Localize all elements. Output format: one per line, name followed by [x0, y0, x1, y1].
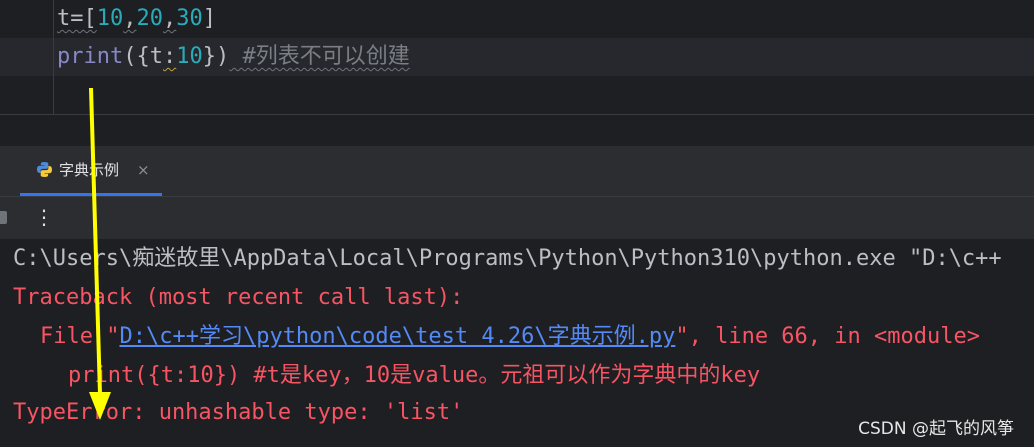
- run-toolbar: ⋮: [0, 197, 1034, 239]
- watermark: CSDN @起飞的风筝: [858, 419, 1014, 439]
- more-options-icon[interactable]: ⋮: [34, 205, 54, 229]
- code-line-2[interactable]: print({t:10}) #列表不可以创建: [57, 38, 410, 76]
- file-suffix: ", line 66, in <module>: [675, 324, 980, 349]
- console-error-line: TypeError: unhashable type: 'list': [13, 400, 464, 425]
- run-tab-label: 字典示例: [59, 161, 120, 179]
- code-token-num: 10: [176, 44, 203, 69]
- console-file-line: File "D:\c++学习\python\code\test 4.26\字典示…: [40, 318, 980, 356]
- python-icon: [36, 161, 53, 178]
- code-editor[interactable]: t=[10,20,30] print({t:10}) #列表不可以创建: [0, 0, 1034, 114]
- code-token-bracket: ]: [202, 6, 216, 31]
- panel-splitter[interactable]: [0, 114, 1034, 147]
- code-token-num: 20: [136, 6, 164, 31]
- code-token-var: t: [149, 44, 163, 69]
- code-token-num: 30: [176, 6, 203, 31]
- code-comment: #列表不可以创建: [229, 44, 410, 69]
- console-command-line: C:\Users\痴迷故里\AppData\Local\Programs\Pyt…: [13, 246, 1002, 271]
- run-tab-strip: 字典示例 ×: [0, 146, 1034, 197]
- run-tab-dictionary-example[interactable]: 字典示例 ×: [20, 146, 162, 196]
- code-token-var: t=[: [57, 6, 97, 31]
- file-path-link[interactable]: D:\c++学习\python\code\test 4.26\字典示例.py: [119, 324, 675, 349]
- code-line-1[interactable]: t=[10,20,30]: [57, 0, 216, 38]
- console-traceback-header: Traceback (most recent call last):: [13, 285, 464, 310]
- close-icon[interactable]: ×: [137, 161, 150, 179]
- code-token-comma: ,: [123, 6, 137, 31]
- code-token-function: print: [57, 44, 124, 69]
- console-source-line: print({t:10}) #t是key，10是value。元祖可以作为字典中的…: [68, 363, 761, 388]
- code-token-paren: }): [202, 44, 230, 69]
- stop-icon[interactable]: [0, 211, 7, 224]
- file-prefix: File ": [40, 324, 120, 349]
- gutter-divider: [53, 0, 54, 114]
- code-token-comma: ,: [163, 6, 177, 31]
- code-token-num: 10: [96, 6, 124, 31]
- code-token-colon: :: [162, 44, 177, 69]
- code-token-paren: ({: [123, 44, 150, 69]
